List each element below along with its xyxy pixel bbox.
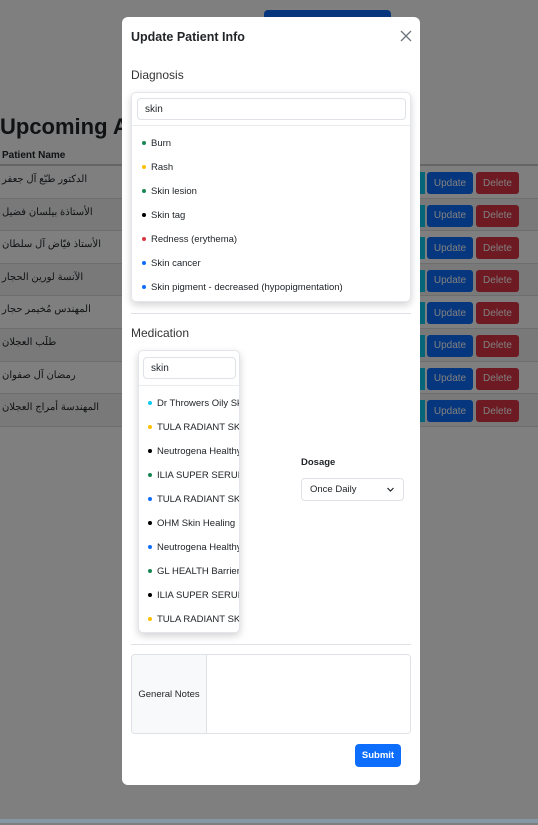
dropdown-option[interactable]: Neutrogena Healthy <box>139 439 239 463</box>
dropdown-option[interactable]: Skin tag <box>132 203 410 227</box>
status-dot-icon <box>148 401 152 405</box>
dropdown-option[interactable]: TULA RADIANT SKI <box>139 607 239 631</box>
option-label: Burn <box>151 137 172 149</box>
dropdown-option[interactable]: Dr Throwers Oily Sk <box>139 391 239 415</box>
dropdown-option[interactable]: TULA RADIANT SKI <box>139 487 239 511</box>
dosage-select[interactable]: Once Daily <box>301 478 404 501</box>
dropdown-option[interactable]: Skin lesion <box>132 179 410 203</box>
option-label: Skin cancer <box>151 257 201 269</box>
option-label: ILIA SUPER SERUM <box>157 589 239 601</box>
general-notes-label: General Notes <box>132 655 207 733</box>
option-label: OHM Skin Healing <box>157 517 236 529</box>
status-dot-icon <box>148 545 152 549</box>
chevron-down-icon <box>387 487 394 492</box>
option-label: Skin pigment - decreased (hypopigmentati… <box>151 281 343 293</box>
option-label: ILIA SUPER SERUM <box>157 469 239 481</box>
general-notes-group: General Notes <box>131 654 411 734</box>
status-dot-icon <box>142 213 146 217</box>
option-label: Redness (erythema) <box>151 233 238 245</box>
status-dot-icon <box>148 497 152 501</box>
dropdown-option[interactable]: Rash <box>132 155 410 179</box>
submit-button[interactable]: Submit <box>355 744 401 767</box>
status-dot-icon <box>148 521 152 525</box>
dosage-selected-value: Once Daily <box>310 484 357 495</box>
option-label: Rash <box>151 161 174 173</box>
status-dot-icon <box>142 165 146 169</box>
status-dot-icon <box>148 617 152 621</box>
status-dot-icon <box>142 285 146 289</box>
update-patient-modal: Update Patient Info Diagnosis skin Burn R… <box>122 17 420 785</box>
medication-search-input[interactable]: skin <box>143 357 236 379</box>
status-dot-icon <box>142 237 146 241</box>
dropdown-option[interactable]: ILIA SUPER SERUM <box>139 463 239 487</box>
dropdown-option[interactable]: Skin pigment - decreased (hypopigmentati… <box>132 275 410 299</box>
option-label: Neutrogena Healthy <box>157 541 239 553</box>
status-dot-icon <box>148 473 152 477</box>
medication-label: Medication <box>131 326 190 340</box>
close-button[interactable] <box>398 27 414 45</box>
close-icon <box>400 30 412 42</box>
option-label: GL HEALTH Barrier <box>157 565 239 577</box>
status-dot-icon <box>148 425 152 429</box>
status-dot-icon <box>142 261 146 265</box>
diagnosis-search-input[interactable]: skin <box>137 98 406 120</box>
diagnosis-search-divider <box>132 125 410 126</box>
option-label: TULA RADIANT SKI <box>157 613 239 625</box>
bottom-edge <box>0 819 538 823</box>
status-dot-icon <box>142 141 146 145</box>
status-dot-icon <box>142 189 146 193</box>
option-label: Skin lesion <box>151 185 197 197</box>
option-label: TULA RADIANT SKI <box>157 421 239 433</box>
medication-dropdown: skin Dr Throwers Oily Sk TULA RADIANT SKI… <box>138 350 240 633</box>
option-label: Neutrogena Healthy <box>157 445 239 457</box>
dropdown-option[interactable]: OHM Skin Healing <box>139 511 239 535</box>
divider <box>131 644 411 645</box>
dropdown-option[interactable]: GL HEALTH Barrier <box>139 559 239 583</box>
dosage-label: Dosage <box>301 457 336 468</box>
dropdown-option[interactable]: Skin cancer <box>132 251 410 275</box>
dropdown-option[interactable]: ILIA SUPER SERUM <box>139 583 239 607</box>
diagnosis-dropdown: skin Burn Rash Skin lesion Skin tag Redness … <box>131 92 411 302</box>
modal-title: Update Patient Info <box>131 30 245 44</box>
dropdown-option[interactable]: Burn <box>132 131 410 155</box>
option-label: Skin tag <box>151 209 186 221</box>
diagnosis-label: Diagnosis <box>131 68 184 82</box>
status-dot-icon <box>148 569 152 573</box>
status-dot-icon <box>148 593 152 597</box>
dropdown-option[interactable]: Redness (erythema) <box>132 227 410 251</box>
status-dot-icon <box>148 449 152 453</box>
dropdown-option[interactable]: Neutrogena Healthy <box>139 535 239 559</box>
option-label: Dr Throwers Oily Sk <box>157 397 239 409</box>
divider <box>131 313 411 314</box>
option-label: TULA RADIANT SKI <box>157 493 239 505</box>
general-notes-textarea[interactable] <box>208 655 410 733</box>
dropdown-option[interactable]: TULA RADIANT SKI <box>139 415 239 439</box>
medication-search-divider <box>139 385 239 386</box>
